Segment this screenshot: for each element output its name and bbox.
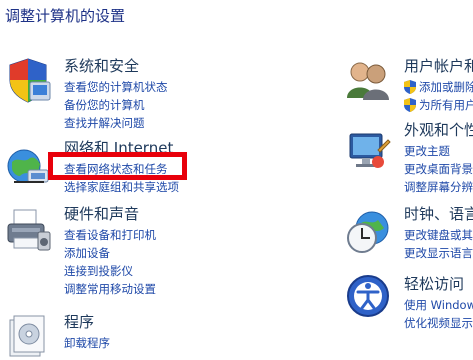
ease-of-access-icon[interactable] [344, 272, 392, 320]
printer-icon[interactable] [4, 206, 52, 254]
all-users-link[interactable]: 为所有用户 [404, 96, 473, 114]
clock-globe-icon[interactable] [344, 208, 392, 256]
shield-icon[interactable] [4, 56, 52, 104]
change-keyboard-link[interactable]: 更改键盘或其 [404, 226, 473, 244]
homegroup-sharing-link[interactable]: 选择家庭组和共享选项 [64, 178, 179, 196]
appearance-icon[interactable] [344, 126, 392, 174]
uac-shield-icon [404, 80, 416, 94]
page-title: 调整计算机的设置 [5, 7, 126, 25]
connect-projector-link[interactable]: 连接到投影仪 [64, 262, 156, 280]
backup-computer-link[interactable]: 备份您的计算机 [64, 96, 168, 114]
users-icon[interactable] [344, 56, 392, 104]
add-remove-accounts-link[interactable]: 添加或删除 [404, 78, 473, 96]
appearance-heading[interactable]: 外观和个性 [404, 120, 473, 140]
change-theme-link[interactable]: 更改主题 [404, 142, 473, 160]
system-security-heading[interactable]: 系统和安全 [64, 56, 168, 76]
ease-of-access-heading[interactable]: 轻松访问 [404, 274, 473, 294]
all-users-label: 为所有用户 [419, 98, 473, 112]
add-device-link[interactable]: 添加设备 [64, 244, 156, 262]
change-display-language-link[interactable]: 更改显示语言 [404, 244, 473, 262]
screen-resolution-link[interactable]: 调整屏幕分辨 [404, 178, 473, 196]
view-network-status-link[interactable]: 查看网络状态和任务 [64, 160, 179, 178]
change-background-link[interactable]: 更改桌面背景 [404, 160, 473, 178]
uac-shield-icon [404, 98, 416, 112]
add-remove-accounts-label: 添加或删除 [419, 80, 473, 94]
find-fix-problems-link[interactable]: 查找并解决问题 [64, 114, 168, 132]
optimize-display-link[interactable]: 优化视频显示 [404, 314, 473, 332]
view-computer-status-link[interactable]: 查看您的计算机状态 [64, 78, 168, 96]
programs-heading[interactable]: 程序 [64, 312, 110, 332]
clock-language-heading[interactable]: 时钟、语言 [404, 204, 473, 224]
mobility-settings-link[interactable]: 调整常用移动设置 [64, 280, 156, 298]
network-internet-heading[interactable]: 网络和 Internet [64, 138, 179, 158]
use-windows-suggestions-link[interactable]: 使用 Windows [404, 296, 473, 314]
devices-printers-link[interactable]: 查看设备和打印机 [64, 226, 156, 244]
uninstall-program-link[interactable]: 卸载程序 [64, 334, 110, 352]
programs-icon[interactable] [4, 312, 52, 360]
hardware-sound-heading[interactable]: 硬件和声音 [64, 204, 156, 224]
user-accounts-heading[interactable]: 用户帐户和 [404, 56, 473, 76]
network-globe-icon[interactable] [4, 142, 52, 190]
